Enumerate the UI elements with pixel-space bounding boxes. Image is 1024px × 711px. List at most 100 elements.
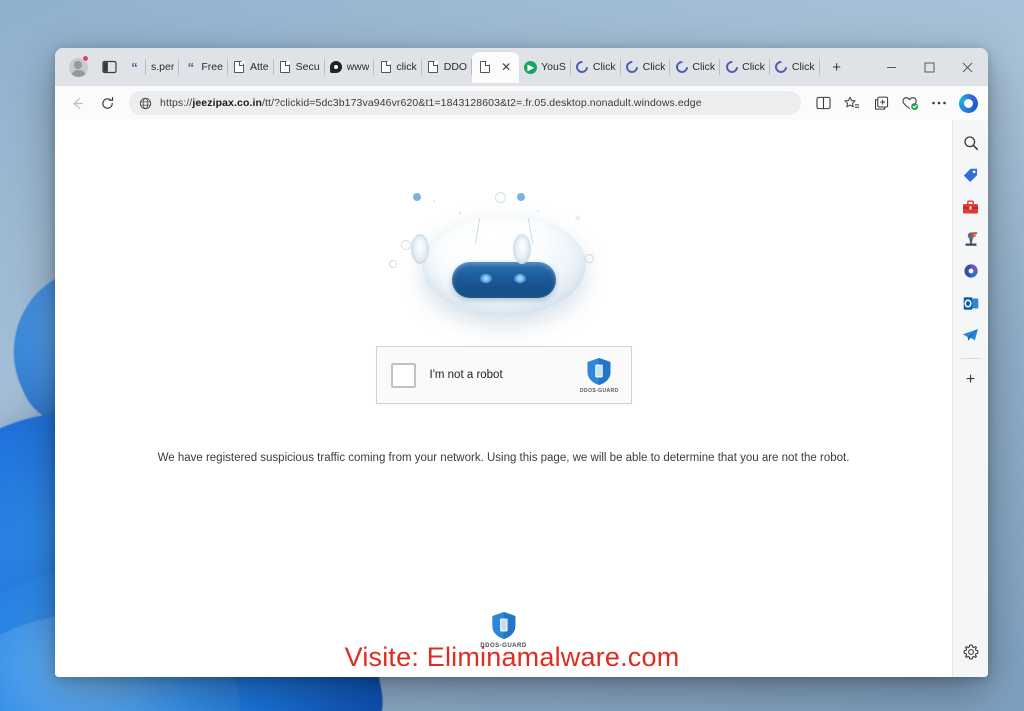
sidebar-item-tools[interactable] [956, 192, 986, 222]
settings-more-button[interactable] [925, 89, 953, 117]
shopping-icon [963, 168, 977, 182]
sidebar-divider [960, 358, 981, 359]
document-favicon [379, 60, 392, 74]
tab-label: Click [791, 61, 815, 73]
refresh-favicon [772, 58, 790, 76]
im-not-a-robot-checkbox[interactable] [390, 362, 416, 388]
minimize-icon [886, 66, 896, 68]
browser-tab-11[interactable]: Click [621, 52, 671, 82]
browser-tab-2[interactable]: “ Free [179, 52, 228, 82]
sidebar-item-telegram[interactable] [956, 320, 986, 350]
refresh-button[interactable] [93, 89, 121, 117]
tab-label: Free [201, 61, 223, 73]
window-maximize-button[interactable] [910, 48, 948, 86]
deco-dot-1 [458, 212, 461, 214]
tab-label: Click [592, 61, 616, 73]
browser-tab-0[interactable]: “ [123, 52, 146, 82]
deco-cross-1: × [574, 213, 581, 225]
deco-dot-3 [432, 200, 435, 202]
tab-label: Click [642, 61, 666, 73]
document-favicon [279, 60, 292, 74]
deco-circle-4 [388, 260, 397, 268]
tab-label: Click [692, 61, 716, 73]
browser-tab-13[interactable]: Click [720, 52, 770, 82]
new-tab-button[interactable]: + [824, 54, 850, 80]
maximize-icon [924, 62, 934, 72]
favorites-button[interactable] [838, 89, 866, 117]
tab-close-icon[interactable]: ✕ [499, 61, 513, 73]
split-screen-button[interactable] [809, 89, 837, 117]
browser-tab-10[interactable]: Click [571, 52, 621, 82]
captcha-checkbox-label: I'm not a robot [429, 369, 503, 381]
dark-blob-favicon [330, 61, 343, 74]
search-icon [963, 136, 978, 151]
tab-label: YouS [541, 61, 566, 73]
refresh-favicon [673, 58, 691, 76]
sidebar-item-shopping[interactable] [956, 160, 986, 190]
address-toolbar: https://jeezipax.co.in/tt/?clickid=5dc3b… [55, 86, 988, 120]
deco-circle-3 [584, 254, 594, 263]
browser-tab-4[interactable]: Secu [274, 52, 325, 82]
copilot-button[interactable] [954, 89, 982, 117]
browser-tab-5[interactable]: www [325, 52, 375, 82]
sidebar-item-outlook[interactable] [956, 288, 986, 318]
window-controls [872, 48, 986, 86]
suspicious-traffic-notice: We have registered suspicious traffic co… [157, 452, 850, 464]
browser-tab-7[interactable]: DDO [422, 52, 473, 82]
browser-essentials-button[interactable] [896, 89, 924, 117]
copilot-icon [958, 93, 978, 113]
browser-tab-6[interactable]: click [374, 52, 423, 82]
robot-head [421, 214, 586, 316]
address-input[interactable]: https://jeezipax.co.in/tt/?clickid=5dc3b… [129, 91, 801, 115]
browser-tab-9[interactable]: ▶ YouS [519, 52, 571, 82]
shield-icon [492, 612, 515, 639]
profile-avatar-button[interactable] [65, 54, 91, 80]
robot-eye-left [479, 274, 492, 283]
browser-tab-1[interactable]: s.per [146, 52, 180, 82]
url-path: /tt/?clickid=5dc3b173va946vr620&t1=18431… [262, 97, 702, 109]
back-arrow-icon [73, 97, 83, 109]
captcha-widget[interactable]: I'm not a robot DDOS-GUARD [375, 346, 632, 404]
document-favicon [233, 60, 246, 74]
tools-icon [963, 200, 978, 213]
refresh-favicon [723, 58, 741, 76]
browser-essentials-icon [901, 96, 918, 110]
robot-ear-right [512, 234, 531, 264]
captcha-brand-name: DDOS-GUARD [580, 387, 619, 394]
outlook-icon [963, 296, 978, 310]
tab-list: “ s.per “ Free Atte Secu www click DDO ✕… [123, 51, 872, 83]
watermark-text: Visite: Eliminamalware.com [344, 642, 680, 672]
browser-tab-12[interactable]: Click [670, 52, 720, 82]
browser-viewport: × I'm not a robot DDOS-GUARD We have reg… [55, 120, 988, 677]
sidebar-item-office[interactable] [956, 256, 986, 286]
refresh-icon [101, 96, 113, 109]
window-minimize-button[interactable] [872, 48, 910, 86]
document-favicon [478, 60, 491, 74]
refresh-favicon [623, 58, 641, 76]
sidebar-item-search[interactable] [956, 128, 986, 158]
window-close-button[interactable] [948, 48, 986, 86]
url-host: jeezipax.co.in [192, 97, 263, 109]
tab-actions-button[interactable] [95, 53, 123, 81]
deco-dot-2 [536, 210, 539, 212]
browser-window: “ s.per “ Free Atte Secu www click DDO ✕… [55, 48, 988, 677]
notification-badge-dot [82, 55, 89, 62]
sidebar-add-button[interactable]: + [956, 365, 986, 395]
collections-icon [874, 96, 888, 110]
sidebar-item-games[interactable] [956, 224, 986, 254]
captcha-brand-logo: DDOS-GUARD [580, 357, 618, 394]
tab-strip: “ s.per “ Free Atte Secu www click DDO ✕… [55, 48, 988, 86]
robot-eye-right [513, 274, 526, 283]
back-button[interactable] [63, 89, 91, 117]
browser-tab-14[interactable]: Click [770, 52, 820, 82]
globe-icon [139, 97, 152, 109]
tab-label: Atte [249, 61, 269, 73]
browser-tab-3[interactable]: Atte [228, 52, 274, 82]
tab-actions-icon [101, 60, 117, 74]
tab-label: Click [742, 61, 765, 73]
collections-button[interactable] [867, 89, 895, 117]
quote-favicon: “ [187, 59, 195, 75]
browser-tab-active[interactable]: ✕ [472, 51, 520, 83]
tab-label: Secu [295, 61, 320, 73]
robot-visor [451, 262, 556, 298]
